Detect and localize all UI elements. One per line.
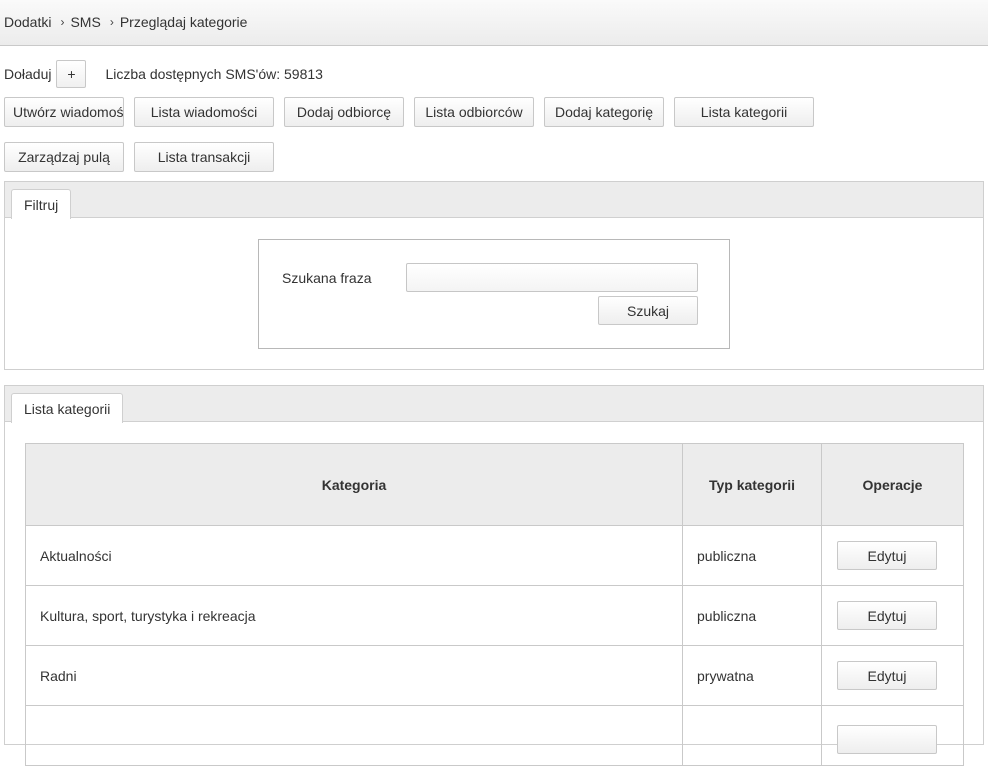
category-name-cell bbox=[25, 705, 683, 766]
transaction-list-button[interactable]: Lista transakcji bbox=[134, 142, 274, 172]
category-name-cell: Kultura, sport, turystyka i rekreacja bbox=[25, 585, 683, 646]
search-phrase-input[interactable] bbox=[406, 263, 698, 292]
search-phrase-label: Szukana fraza bbox=[282, 270, 372, 286]
filter-panel: Filtruj Szukana fraza Szukaj bbox=[4, 181, 984, 370]
category-type-cell: prywatna bbox=[682, 645, 822, 706]
category-table: Kategoria Typ kategorii Operacje Aktualn… bbox=[25, 443, 964, 766]
table-row: Kultura, sport, turystyka i rekreacja pu… bbox=[25, 585, 964, 646]
category-type-cell bbox=[682, 705, 822, 766]
category-type-cell: publiczna bbox=[682, 585, 822, 646]
manage-pool-button[interactable]: Zarządzaj pulą bbox=[4, 142, 124, 172]
edit-button[interactable]: Edytuj bbox=[837, 541, 937, 570]
message-list-button[interactable]: Lista wiadomości bbox=[134, 97, 274, 127]
filter-panel-header: Filtruj bbox=[5, 182, 983, 219]
table-header-row: Kategoria Typ kategorii Operacje bbox=[25, 443, 964, 526]
column-header-operations: Operacje bbox=[821, 443, 964, 526]
breadcrumb: Dodatki › SMS › Przeglądaj kategorie bbox=[4, 13, 247, 31]
category-type-cell: publiczna bbox=[682, 525, 822, 586]
breadcrumb-separator-icon: › bbox=[109, 15, 114, 29]
category-list-panel-header: Lista kategorii bbox=[5, 386, 983, 423]
category-list-button[interactable]: Lista kategorii bbox=[674, 97, 814, 127]
breadcrumb-item-current: Przeglądaj kategorie bbox=[119, 14, 248, 30]
edit-button[interactable]: Edytuj bbox=[837, 661, 937, 690]
top-bar: Dodatki › SMS › Przeglądaj kategorie bbox=[0, 0, 988, 46]
operations-cell: Edytuj bbox=[821, 645, 964, 706]
tab-category-list[interactable]: Lista kategorii bbox=[11, 393, 124, 423]
tab-filter[interactable]: Filtruj bbox=[11, 189, 72, 219]
column-header-type[interactable]: Typ kategorii bbox=[682, 443, 822, 526]
search-button[interactable]: Szukaj bbox=[598, 296, 698, 325]
recharge-plus-button[interactable]: + bbox=[56, 60, 87, 88]
edit-button[interactable]: Edytuj bbox=[837, 601, 937, 630]
operations-cell: Edytuj bbox=[821, 525, 964, 586]
recharge-row: Doładuj + Liczba dostępnych SMS'ów: 5981… bbox=[4, 60, 323, 88]
sms-count-text: Liczba dostępnych SMS'ów: 59813 bbox=[105, 66, 323, 82]
create-message-button[interactable]: Utwórz wiadomość bbox=[4, 97, 124, 127]
filter-form: Szukana fraza Szukaj bbox=[258, 239, 730, 349]
breadcrumb-separator-icon: › bbox=[60, 15, 65, 29]
recipient-list-button[interactable]: Lista odbiorców bbox=[414, 97, 534, 127]
operations-cell: Edytuj bbox=[821, 585, 964, 646]
breadcrumb-item-dodatki[interactable]: Dodatki bbox=[4, 14, 51, 30]
table-row bbox=[25, 705, 964, 766]
operations-cell bbox=[821, 705, 964, 766]
category-name-cell: Aktualności bbox=[25, 525, 683, 586]
category-list-panel: Lista kategorii Kategoria Typ kategorii … bbox=[4, 385, 984, 766]
table-row: Radni prywatna Edytuj bbox=[25, 645, 964, 706]
recharge-label: Doładuj bbox=[4, 66, 52, 82]
category-name-cell: Radni bbox=[25, 645, 683, 706]
add-recipient-button[interactable]: Dodaj odbiorcę bbox=[284, 97, 404, 127]
table-row: Aktualności publiczna Edytuj bbox=[25, 525, 964, 586]
add-category-button[interactable]: Dodaj kategorię bbox=[544, 97, 664, 127]
breadcrumb-item-sms[interactable]: SMS bbox=[70, 14, 100, 30]
edit-button[interactable] bbox=[837, 725, 937, 754]
column-header-category[interactable]: Kategoria bbox=[25, 443, 683, 526]
